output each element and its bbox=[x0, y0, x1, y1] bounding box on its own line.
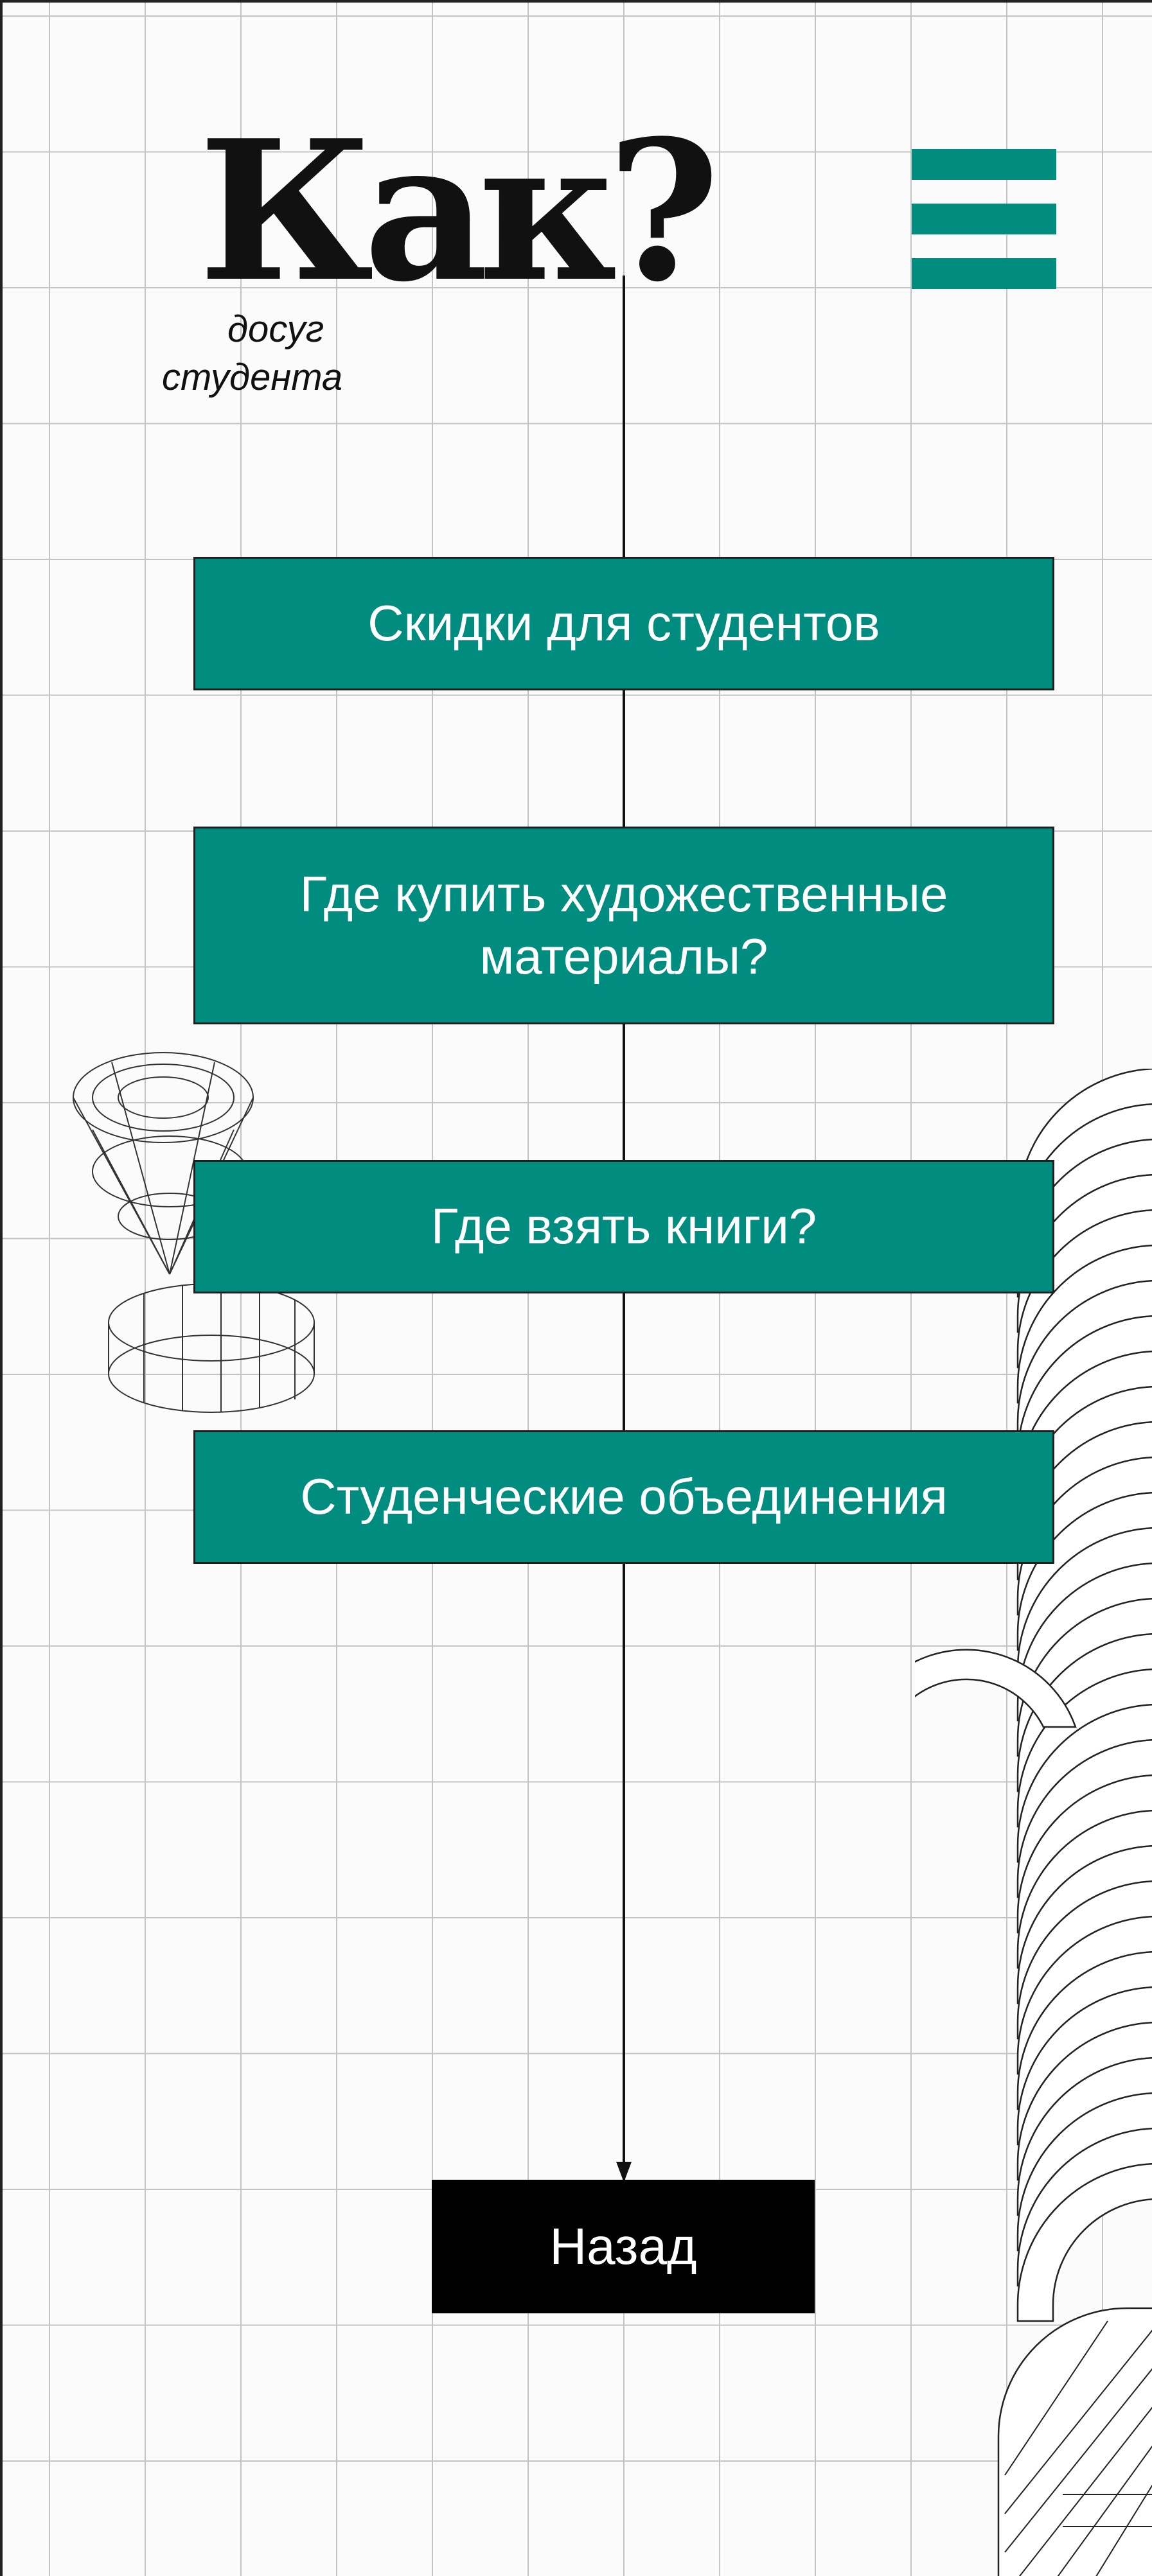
student-unions-button[interactable]: Студенческие объединения bbox=[193, 1430, 1054, 1564]
student-discounts-button[interactable]: Скидки для студентов bbox=[193, 557, 1054, 690]
back-button[interactable]: Назад bbox=[432, 2180, 815, 2313]
logo-subtitle-line2: студента bbox=[162, 356, 343, 398]
hamburger-menu-icon[interactable] bbox=[912, 149, 1056, 289]
menu-icon-bar bbox=[912, 258, 1056, 289]
menu-icon-bar bbox=[912, 149, 1056, 180]
logo-subtitle-line1: досуг bbox=[227, 308, 324, 350]
logo-title: Как? bbox=[199, 98, 720, 324]
page-canvas: Как? досуг студента Скидки для студентов… bbox=[0, 0, 1152, 2576]
stacked-arcs-illustration bbox=[915, 1069, 1152, 2576]
books-button[interactable]: Где взять книги? bbox=[193, 1160, 1054, 1293]
art-supplies-button[interactable]: Где купить художественные материалы? bbox=[193, 827, 1054, 1024]
menu-icon-bar bbox=[912, 204, 1056, 234]
